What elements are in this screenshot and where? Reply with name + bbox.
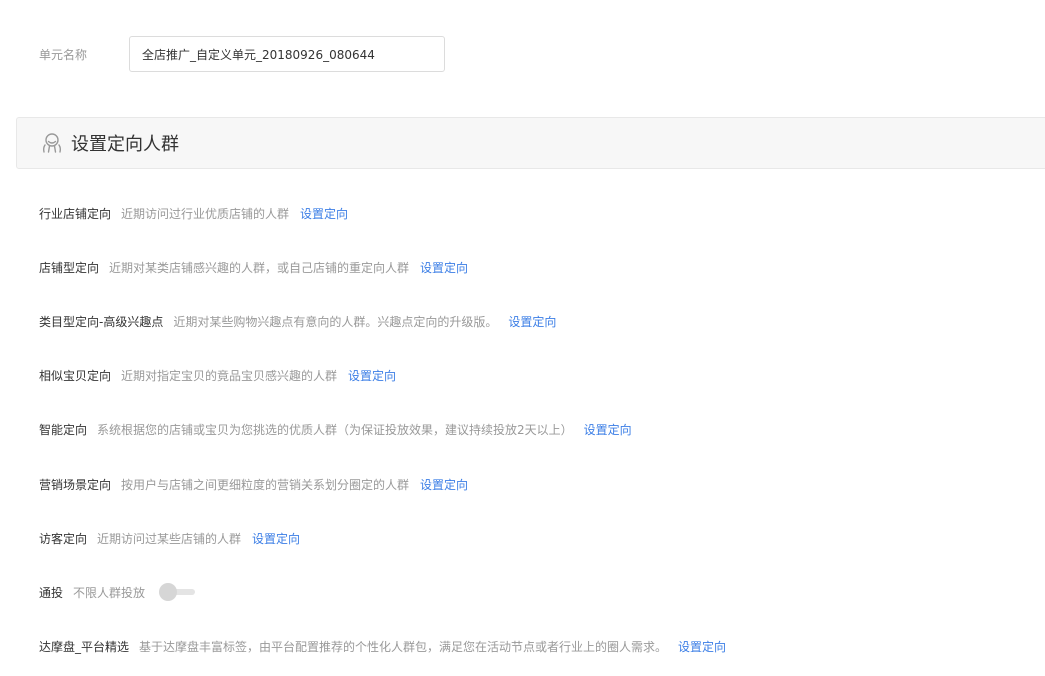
set-targeting-link[interactable]: 设置定向 (252, 530, 300, 547)
target-name: 营销场景定向 (39, 477, 112, 492)
set-targeting-link[interactable]: 设置定向 (420, 476, 468, 493)
target-description: 近期对某些购物兴趣点有意向的人群。兴趣点定向的升级版。 (173, 314, 498, 329)
target-name: 行业店铺定向 (39, 206, 112, 221)
set-targeting-link[interactable]: 设置定向 (420, 259, 468, 276)
target-name: 类目型定向-高级兴趣点 (39, 314, 164, 329)
toggle-knob (159, 583, 178, 602)
set-targeting-link[interactable]: 设置定向 (348, 367, 396, 384)
unit-name-input[interactable] (129, 36, 445, 72)
target-name: 访客定向 (39, 531, 88, 546)
target-description: 不限人群投放 (73, 585, 146, 600)
target-row: 类目型定向-高级兴趣点 近期对某些购物兴趣点有意向的人群。兴趣点定向的升级版。 设置… (39, 294, 1045, 348)
target-description: 近期访问过某些店铺的人群 (97, 531, 242, 546)
target-row: 达摩盘_平台精选 基于达摩盘丰富标签，由平台配置推荐的个性化人群包，满足您在活动节… (39, 620, 1045, 674)
target-name: 相似宝贝定向 (39, 369, 112, 384)
target-description: 基于达摩盘丰富标签，由平台配置推荐的个性化人群包，满足您在活动节点或者行业上的圈… (139, 640, 668, 655)
section-title: 设置定向人群 (71, 134, 179, 155)
target-description: 近期对某类店铺感兴趣的人群，或自己店铺的重定向人群 (109, 260, 410, 275)
target-row: 相似宝贝定向 近期对指定宝贝的竟品宝贝感兴趣的人群 设置定向 (39, 349, 1045, 403)
target-description: 按用户与店铺之间更细粒度的营销关系划分圈定的人群 (121, 477, 410, 492)
target-row: 店铺型定向 近期对某类店铺感兴趣的人群，或自己店铺的重定向人群 设置定向 (39, 240, 1045, 294)
set-targeting-link[interactable]: 设置定向 (300, 205, 348, 222)
target-description: 近期对指定宝贝的竟品宝贝感兴趣的人群 (121, 369, 338, 384)
target-row: 营销场景定向 按用户与店铺之间更细粒度的营销关系划分圈定的人群 设置定向 (39, 457, 1045, 511)
target-name: 店铺型定向 (39, 260, 100, 275)
section-header: 设置定向人群 (16, 117, 1045, 169)
target-name: 通投 (39, 585, 64, 600)
target-row: 智能定向 系统根据您的店铺或宝贝为您挑选的优质人群（为保证投放效果，建议持续投放2… (39, 403, 1045, 457)
unit-name-label: 单元名称 (39, 47, 88, 62)
broad-delivery-toggle[interactable] (157, 582, 197, 602)
target-name: 达摩盘_平台精选 (39, 640, 130, 655)
target-name: 智能定向 (39, 423, 88, 438)
set-targeting-link[interactable]: 设置定向 (678, 638, 726, 655)
target-description: 近期访问过行业优质店铺的人群 (121, 206, 290, 221)
set-targeting-link[interactable]: 设置定向 (584, 421, 632, 438)
set-targeting-link[interactable]: 设置定向 (508, 313, 556, 330)
target-list: 行业店铺定向 近期访问过行业优质店铺的人群 设置定向 店铺型定向 近期对某类店铺感兴趣的… (39, 186, 1045, 674)
unit-name-row: 单元名称 (39, 36, 445, 72)
people-group-icon (40, 131, 64, 155)
target-row: 行业店铺定向 近期访问过行业优质店铺的人群 设置定向 (39, 186, 1045, 240)
target-description: 系统根据您的店铺或宝贝为您挑选的优质人群（为保证投放效果，建议持续投放2天以上） (97, 423, 573, 438)
target-row: 通投 不限人群投放 (39, 565, 1045, 619)
target-row: 访客定向 近期访问过某些店铺的人群 设置定向 (39, 511, 1045, 565)
